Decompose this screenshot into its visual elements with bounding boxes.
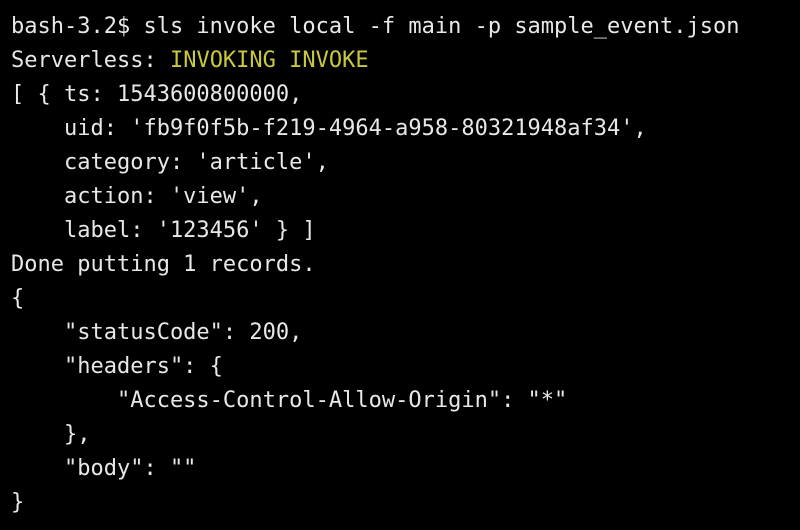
- output-text: "headers": {: [11, 354, 223, 379]
- output-text: {: [11, 286, 25, 311]
- command-prompt-line: bash-3.2$ sls invoke local -f main -p sa…: [11, 10, 800, 44]
- output-text: Done putting 1 records.: [11, 252, 316, 277]
- serverless-status-line: Serverless: INVOKING INVOKE: [11, 44, 800, 78]
- output-line: [ { ts: 1543600800000,: [11, 78, 800, 112]
- output-text: action: 'view',: [11, 184, 263, 209]
- terminal-window[interactable]: bash-3.2$ sls invoke local -f main -p sa…: [0, 0, 800, 530]
- output-text: },: [11, 422, 91, 447]
- output-text: [ { ts: 1543600800000,: [11, 82, 303, 107]
- output-text: category: 'article',: [11, 150, 329, 175]
- output-line: category: 'article',: [11, 146, 800, 180]
- output-line: "statusCode": 200,: [11, 316, 800, 350]
- serverless-label: Serverless:: [11, 48, 170, 73]
- output-line: Done putting 1 records.: [11, 248, 800, 282]
- output-text: "body": "": [11, 456, 197, 481]
- output-line: "Access-Control-Allow-Origin": "*": [11, 384, 800, 418]
- output-line: "body": "": [11, 452, 800, 486]
- output-text: }: [11, 490, 25, 515]
- invoking-status: INVOKING INVOKE: [169, 48, 369, 73]
- output-text: uid: 'fb9f0f5b-f219-4964-a958-80321948af…: [11, 116, 647, 141]
- output-text: "Access-Control-Allow-Origin": "*": [11, 388, 568, 413]
- output-text: "statusCode": 200,: [11, 320, 303, 345]
- output-line: uid: 'fb9f0f5b-f219-4964-a958-80321948af…: [11, 112, 800, 146]
- output-line: },: [11, 418, 800, 452]
- output-line: "headers": {: [11, 350, 800, 384]
- output-line: {: [11, 282, 800, 316]
- output-line: }: [11, 486, 800, 520]
- output-text: label: '123456' } ]: [11, 218, 316, 243]
- output-line: action: 'view',: [11, 180, 800, 214]
- command-text: bash-3.2$ sls invoke local -f main -p sa…: [11, 14, 740, 39]
- output-line: label: '123456' } ]: [11, 214, 800, 248]
